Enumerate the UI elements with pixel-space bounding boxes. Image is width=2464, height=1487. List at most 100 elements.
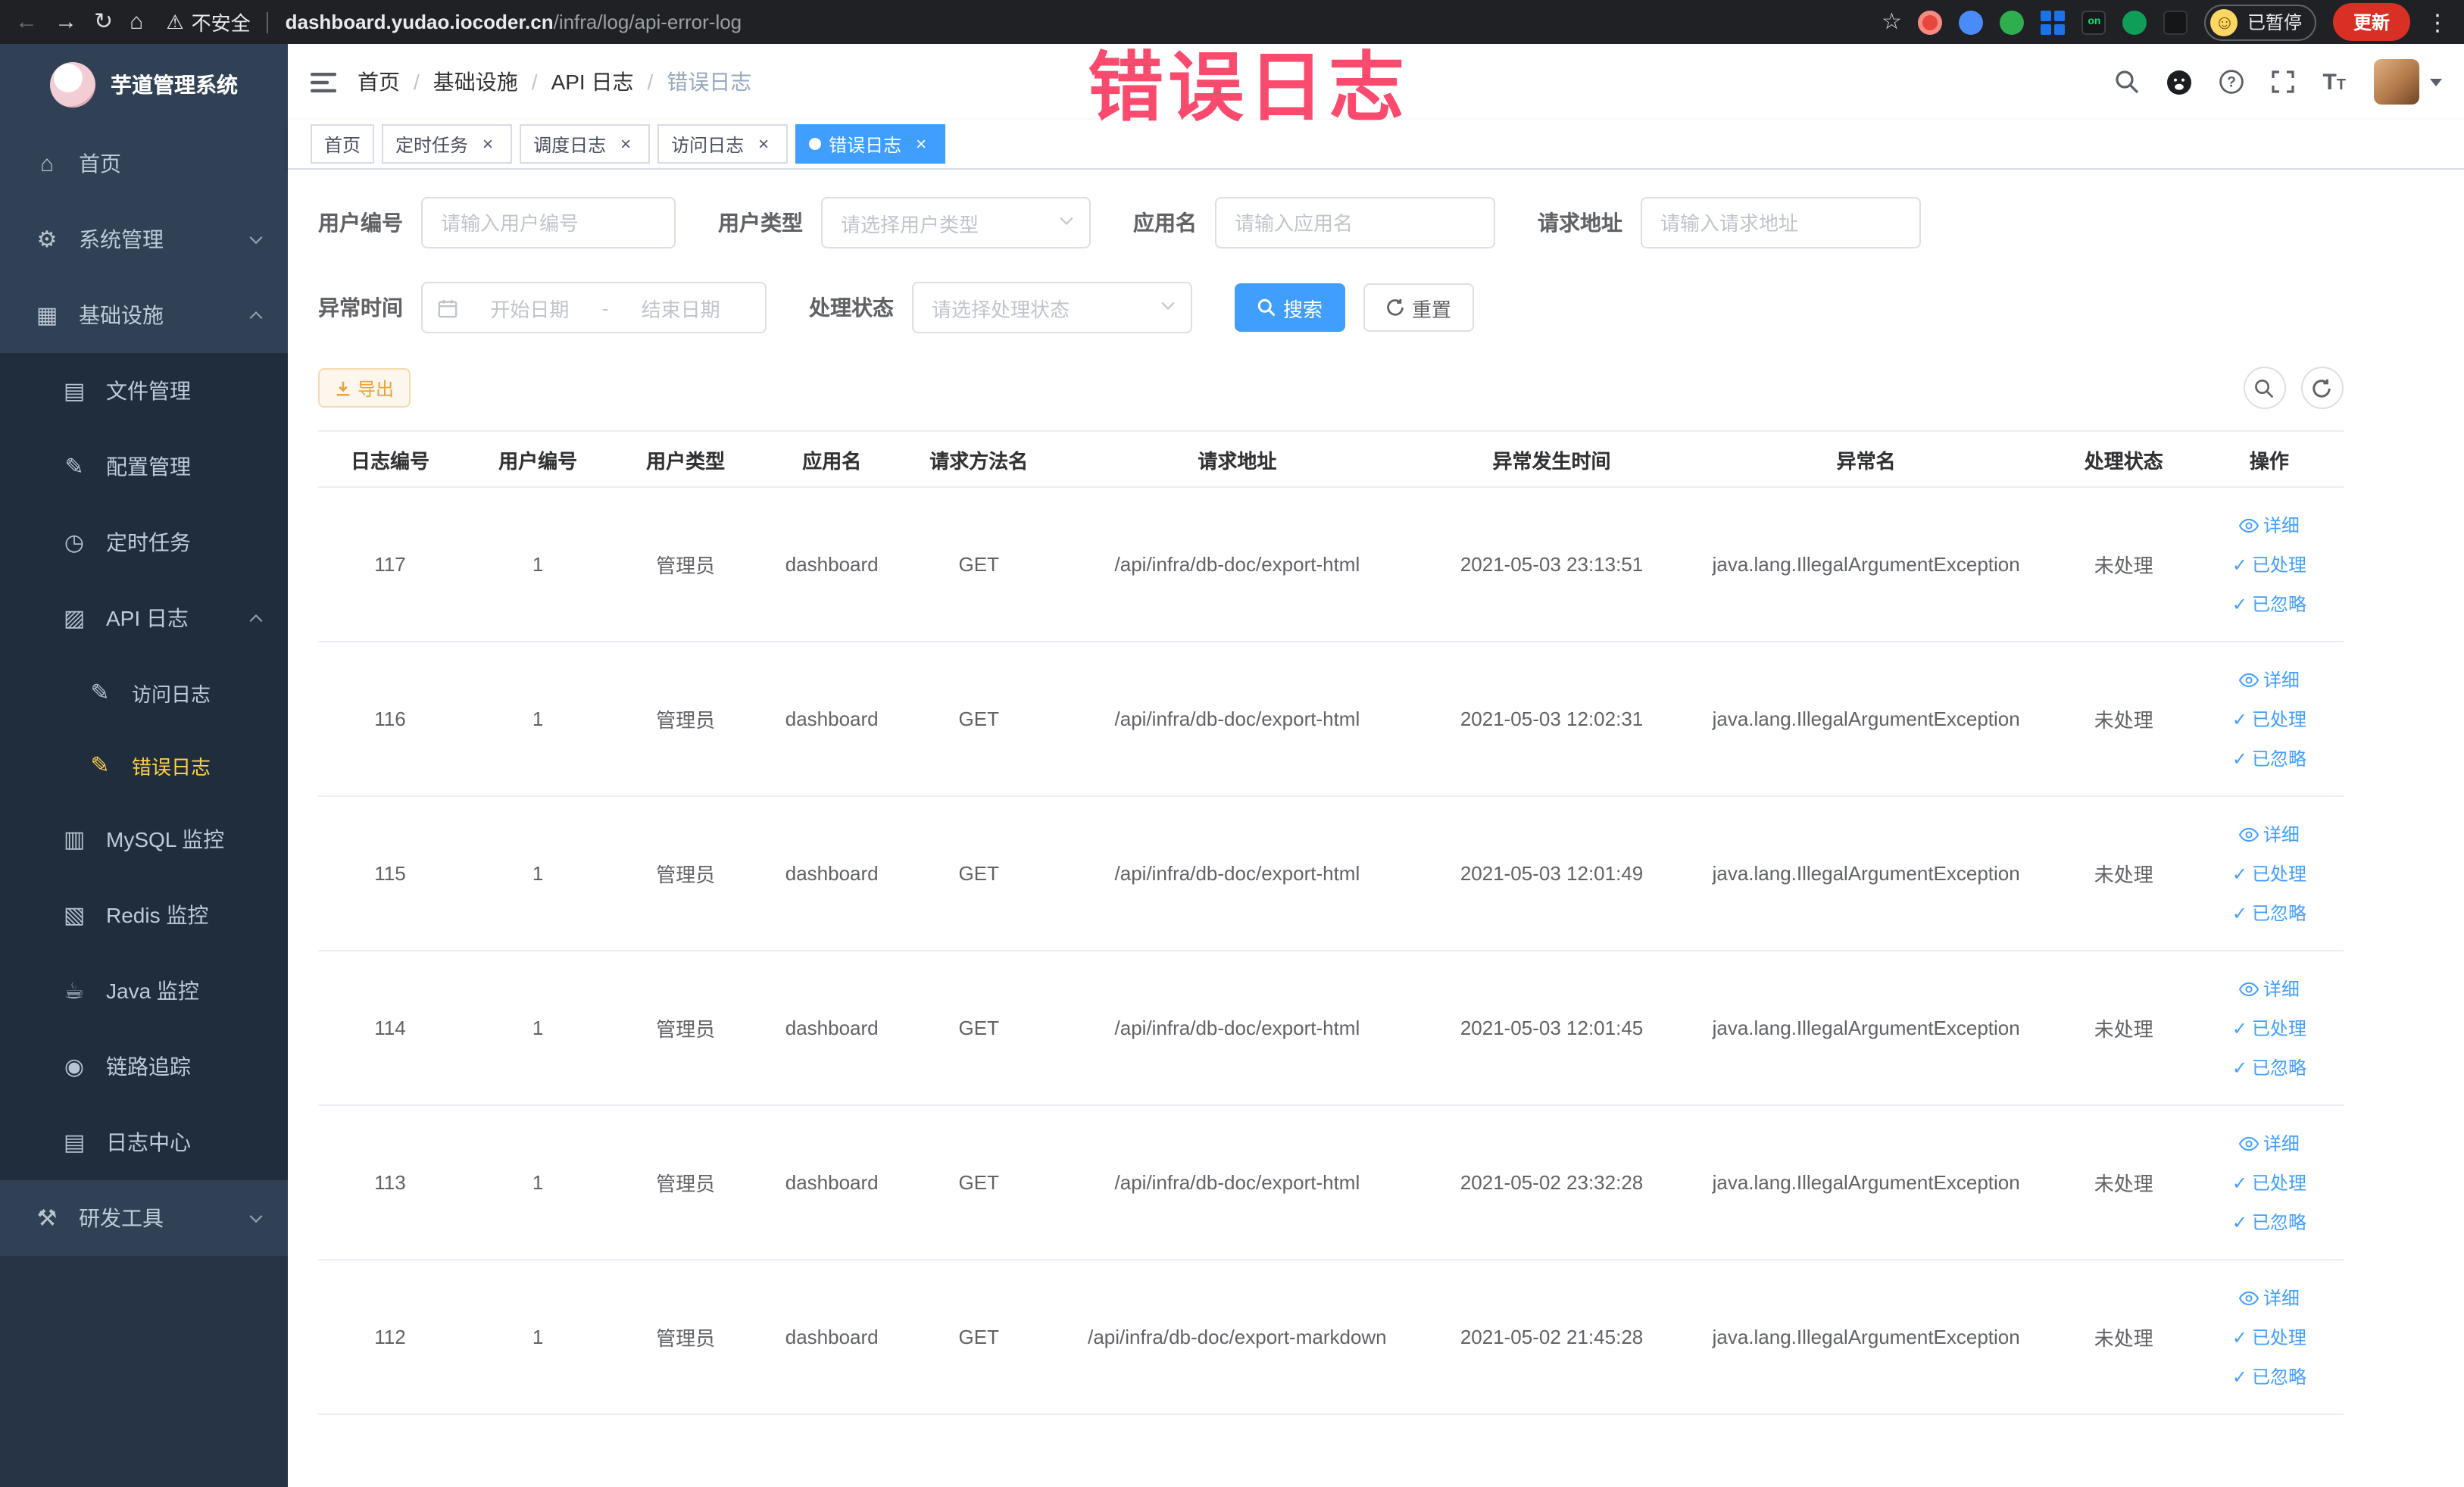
forward-icon[interactable]: →: [55, 11, 77, 33]
sidebar-item-redis[interactable]: ▧ Redis 监控: [0, 877, 288, 953]
update-button[interactable]: 更新: [2333, 3, 2409, 41]
check-icon: ✓: [2231, 593, 2247, 614]
tab-job-log[interactable]: 调度日志 ×: [520, 124, 651, 164]
extension-icon-leaf[interactable]: [2122, 10, 2147, 34]
detail-link[interactable]: 详细: [2238, 1278, 2300, 1317]
fullscreen-icon[interactable]: [2271, 70, 2295, 94]
url-host: dashboard.yudao.iocoder.cn: [285, 11, 554, 33]
main-area: 首页 / 基础设施 / API 日志 / 错误日志 ? TT 首页 定时任务 ×…: [288, 44, 2464, 1487]
processed-link[interactable]: ✓ 已处理: [2232, 699, 2306, 739]
search-icon[interactable]: [2115, 70, 2139, 94]
ignored-link[interactable]: ✓ 已忽略: [2232, 739, 2306, 778]
search-button[interactable]: 搜索: [1235, 283, 1346, 332]
bookmark-star-icon[interactable]: ☆: [1882, 11, 1902, 33]
col-exception: 异常名: [1680, 430, 2052, 488]
extension-icon-vue[interactable]: [2000, 10, 2025, 34]
close-icon[interactable]: ×: [477, 133, 498, 155]
close-icon[interactable]: ×: [753, 133, 774, 155]
date-range-picker[interactable]: 开始日期 - 结束日期: [421, 282, 767, 333]
logo[interactable]: 芋道管理系统: [0, 44, 288, 126]
processed-link[interactable]: ✓ 已处理: [2232, 1008, 2306, 1048]
sidebar-item-files[interactable]: ▤ 文件管理: [0, 353, 288, 429]
url-path: /infra/log/api-error-log: [553, 11, 742, 33]
ignored-link[interactable]: ✓ 已忽略: [2232, 1048, 2306, 1087]
page-content: 用户编号 用户类型 请选择用户类型 应用名: [288, 170, 2464, 1487]
tab-job[interactable]: 定时任务 ×: [382, 124, 513, 164]
ignored-link[interactable]: ✓ 已忽略: [2232, 584, 2306, 623]
detail-link[interactable]: 详细: [2238, 660, 2300, 699]
app-name-input[interactable]: [1215, 197, 1495, 248]
request-url-input[interactable]: [1641, 197, 1921, 248]
processed-link[interactable]: ✓ 已处理: [2232, 545, 2306, 584]
detail-link[interactable]: 详细: [2238, 969, 2300, 1008]
home-icon[interactable]: ⌂: [130, 11, 143, 33]
tab-error-log[interactable]: 错误日志 ×: [795, 124, 946, 164]
extension-icon-on[interactable]: on: [2081, 10, 2106, 34]
svg-text:?: ?: [2228, 75, 2237, 91]
sidebar-item-config[interactable]: ✎ 配置管理: [0, 429, 288, 505]
detail-link[interactable]: 详细: [2238, 505, 2300, 545]
extension-icon-pin[interactable]: [2163, 10, 2188, 34]
eye-icon: [2238, 981, 2259, 996]
sidebar-item-log-center[interactable]: ▤ 日志中心: [0, 1104, 288, 1180]
detail-link[interactable]: 详细: [2238, 814, 2300, 854]
sidebar-item-api-log[interactable]: ▨ API 日志: [0, 580, 288, 656]
user-menu[interactable]: [2373, 59, 2441, 105]
extension-icon-grid[interactable]: [2041, 10, 2066, 34]
sidebar-item-access-log[interactable]: ✎ 访问日志: [0, 656, 288, 729]
toggle-search-button[interactable]: [2243, 367, 2285, 409]
processed-link[interactable]: ✓ 已处理: [2232, 854, 2306, 893]
check-icon: ✓: [2231, 554, 2247, 575]
sidebar-menu: ⌂ 首页 ⚙ 系统管理 ▦ 基础设施 ▤ 文件管理 ✎ 配置管理 ◷ 定时任务 …: [0, 126, 288, 1256]
sidebar-item-system[interactable]: ⚙ 系统管理: [0, 201, 288, 277]
fold-sidebar-icon[interactable]: [311, 70, 336, 93]
process-status-select[interactable]: 请选择处理状态: [912, 282, 1192, 333]
sidebar-item-mysql[interactable]: ▥ MySQL 监控: [0, 801, 288, 877]
profile-chip[interactable]: ☺ 已暂停: [2204, 4, 2317, 40]
request-url-label: 请求地址: [1538, 211, 1622, 235]
browser-menu-icon[interactable]: ⋮: [2426, 8, 2449, 36]
help-icon[interactable]: ?: [2219, 70, 2244, 94]
breadcrumb-item-api-log[interactable]: API 日志: [551, 67, 634, 97]
tab-access-log[interactable]: 访问日志 ×: [657, 124, 789, 164]
check-icon: ✓: [2231, 708, 2247, 729]
ignored-link[interactable]: ✓ 已忽略: [2232, 1202, 2306, 1242]
sidebar-item-java[interactable]: ☕ Java 监控: [0, 953, 288, 1029]
extension-icon-red[interactable]: [1918, 10, 1943, 34]
font-size-icon[interactable]: TT: [2322, 70, 2346, 93]
close-icon[interactable]: ×: [615, 133, 636, 155]
breadcrumb-item-current: 错误日志: [667, 70, 752, 94]
export-button[interactable]: 导出: [318, 368, 411, 408]
breadcrumb-item-home[interactable]: 首页: [358, 67, 400, 97]
sidebar-item-error-log[interactable]: ✎ 错误日志: [0, 729, 288, 801]
security-chip[interactable]: ⚠ 不安全: [166, 8, 250, 36]
sidebar-item-home[interactable]: ⌂ 首页: [0, 126, 288, 201]
sidebar-item-jobs[interactable]: ◷ 定时任务: [0, 505, 288, 580]
processed-link[interactable]: ✓ 已处理: [2232, 1163, 2306, 1202]
breadcrumb-item-infra[interactable]: 基础设施: [433, 67, 518, 97]
tab-home[interactable]: 首页: [311, 124, 375, 164]
address-bar[interactable]: dashboard.yudao.iocoder.cn/infra/log/api…: [286, 11, 742, 33]
reset-button[interactable]: 重置: [1363, 283, 1475, 332]
filter-user-id: 用户编号: [318, 197, 676, 248]
col-user-id: 用户编号: [462, 430, 614, 488]
processed-link[interactable]: ✓ 已处理: [2232, 1317, 2306, 1357]
sidebar-item-devtools[interactable]: ⚒ 研发工具: [0, 1180, 288, 1256]
refresh-button[interactable]: [2300, 367, 2343, 409]
user-type-select[interactable]: 请选择用户类型: [821, 197, 1091, 248]
detail-link[interactable]: 详细: [2238, 1123, 2300, 1163]
sidebar-item-trace[interactable]: ◉ 链路追踪: [0, 1029, 288, 1104]
sidebar-item-infra[interactable]: ▦ 基础设施: [0, 277, 288, 353]
reload-icon[interactable]: ↻: [94, 11, 113, 33]
chevron-down-icon: [249, 231, 263, 245]
filter-request-url: 请求地址: [1538, 197, 1921, 248]
back-icon[interactable]: ←: [15, 11, 38, 33]
github-icon[interactable]: [2166, 69, 2192, 95]
close-icon[interactable]: ×: [910, 133, 932, 155]
ignored-link[interactable]: ✓ 已忽略: [2232, 1357, 2306, 1396]
extension-icon-blue[interactable]: [1959, 10, 1984, 34]
caret-down-icon: [2429, 78, 2441, 86]
user-id-input[interactable]: [421, 197, 676, 248]
ignored-link[interactable]: ✓ 已忽略: [2232, 893, 2306, 932]
profile-avatar-icon: ☺: [2210, 8, 2238, 36]
